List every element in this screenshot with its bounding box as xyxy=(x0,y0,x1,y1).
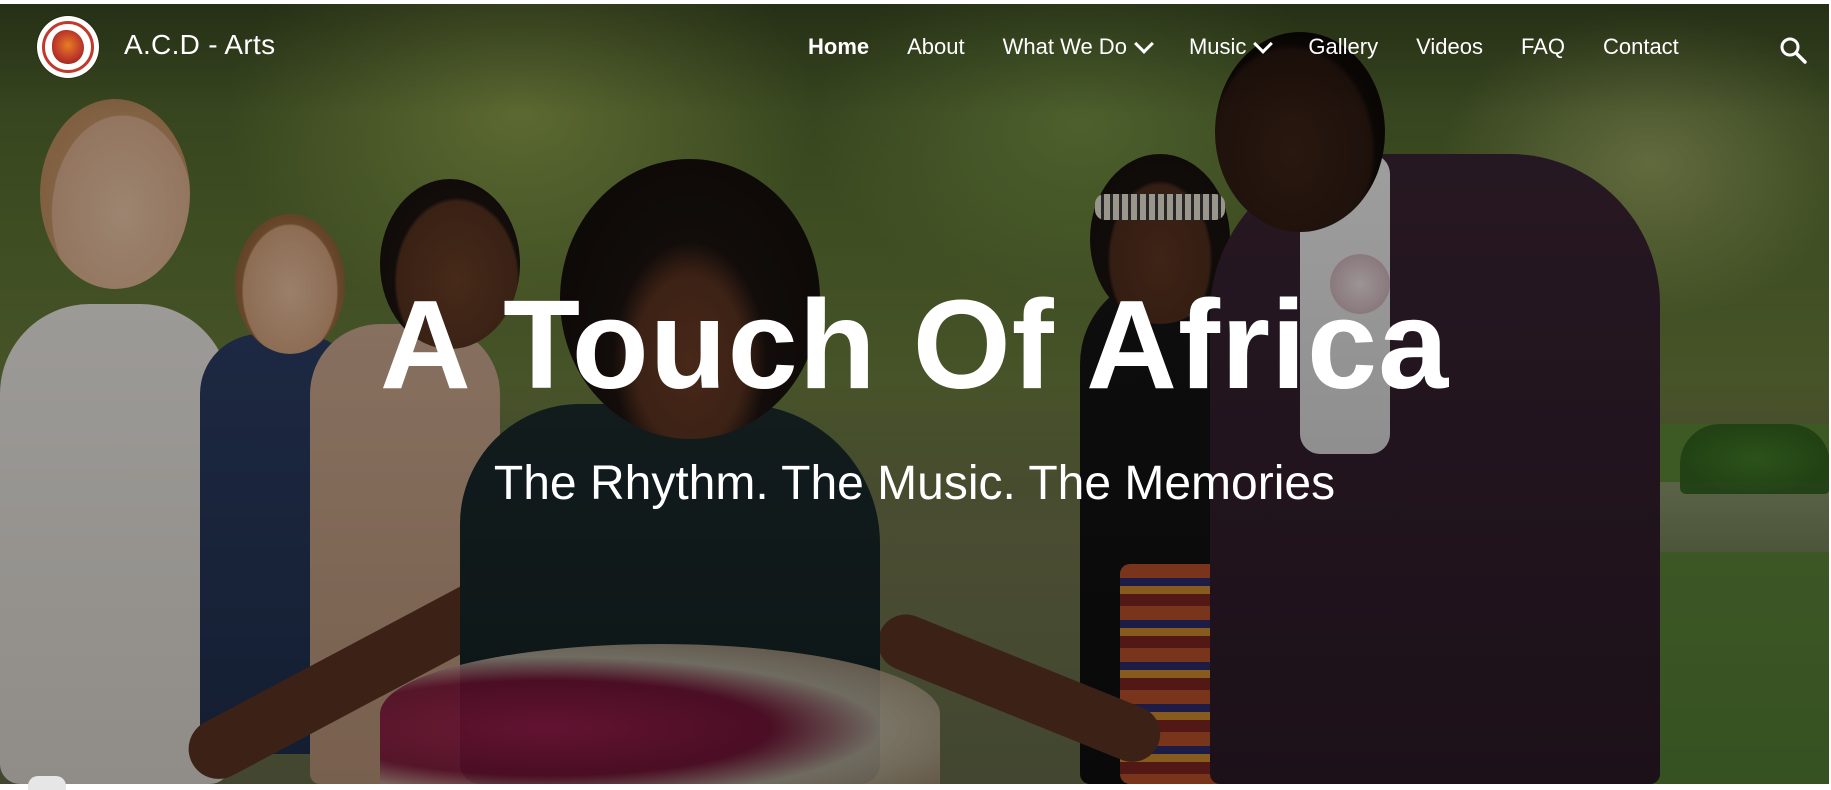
nav-item-label: What We Do xyxy=(1002,34,1127,59)
scroll-indicator[interactable] xyxy=(28,776,66,790)
nav-item-home[interactable]: Home xyxy=(808,34,869,60)
nav-item-label: Contact xyxy=(1602,34,1679,59)
hero-banner: A Touch Of Africa The Rhythm. The Music.… xyxy=(0,4,1829,784)
nav-item-label: Gallery xyxy=(1308,34,1379,59)
nav-item-faq[interactable]: FAQ xyxy=(1521,34,1565,60)
nav-item-videos[interactable]: Videos xyxy=(1416,34,1483,60)
nav-item-label: Home xyxy=(808,34,870,59)
nav-item-label: FAQ xyxy=(1520,34,1565,59)
page: A Touch Of Africa The Rhythm. The Music.… xyxy=(0,0,1831,790)
chevron-down-icon[interactable] xyxy=(1134,34,1154,54)
nav-item-music[interactable]: Music xyxy=(1188,34,1274,60)
site-logo[interactable] xyxy=(37,16,99,78)
search-icon[interactable] xyxy=(1779,36,1807,64)
nav-item-contact[interactable]: Contact xyxy=(1603,34,1679,60)
main-nav: Home About What We Do Music Gallery Vide… xyxy=(808,34,1717,60)
nav-item-gallery[interactable]: Gallery xyxy=(1308,34,1378,60)
hero-tagline: The Rhythm. The Music. The Memories xyxy=(493,457,1336,510)
site-title[interactable]: A.C.D - Arts xyxy=(124,29,275,61)
nav-item-what-we-do[interactable]: What We Do xyxy=(1002,34,1154,60)
nav-item-label: About xyxy=(907,34,965,59)
africa-map-icon xyxy=(52,30,84,64)
nav-item-label: Music xyxy=(1188,34,1247,59)
hero-title: A Touch Of Africa xyxy=(379,274,1450,415)
nav-item-label: Videos xyxy=(1416,34,1483,59)
nav-item-about[interactable]: About xyxy=(907,34,965,60)
chevron-down-icon[interactable] xyxy=(1253,34,1274,54)
site-header: A.C.D - Arts Home About What We Do Music… xyxy=(0,4,1829,92)
page-below-hero xyxy=(0,784,1831,790)
